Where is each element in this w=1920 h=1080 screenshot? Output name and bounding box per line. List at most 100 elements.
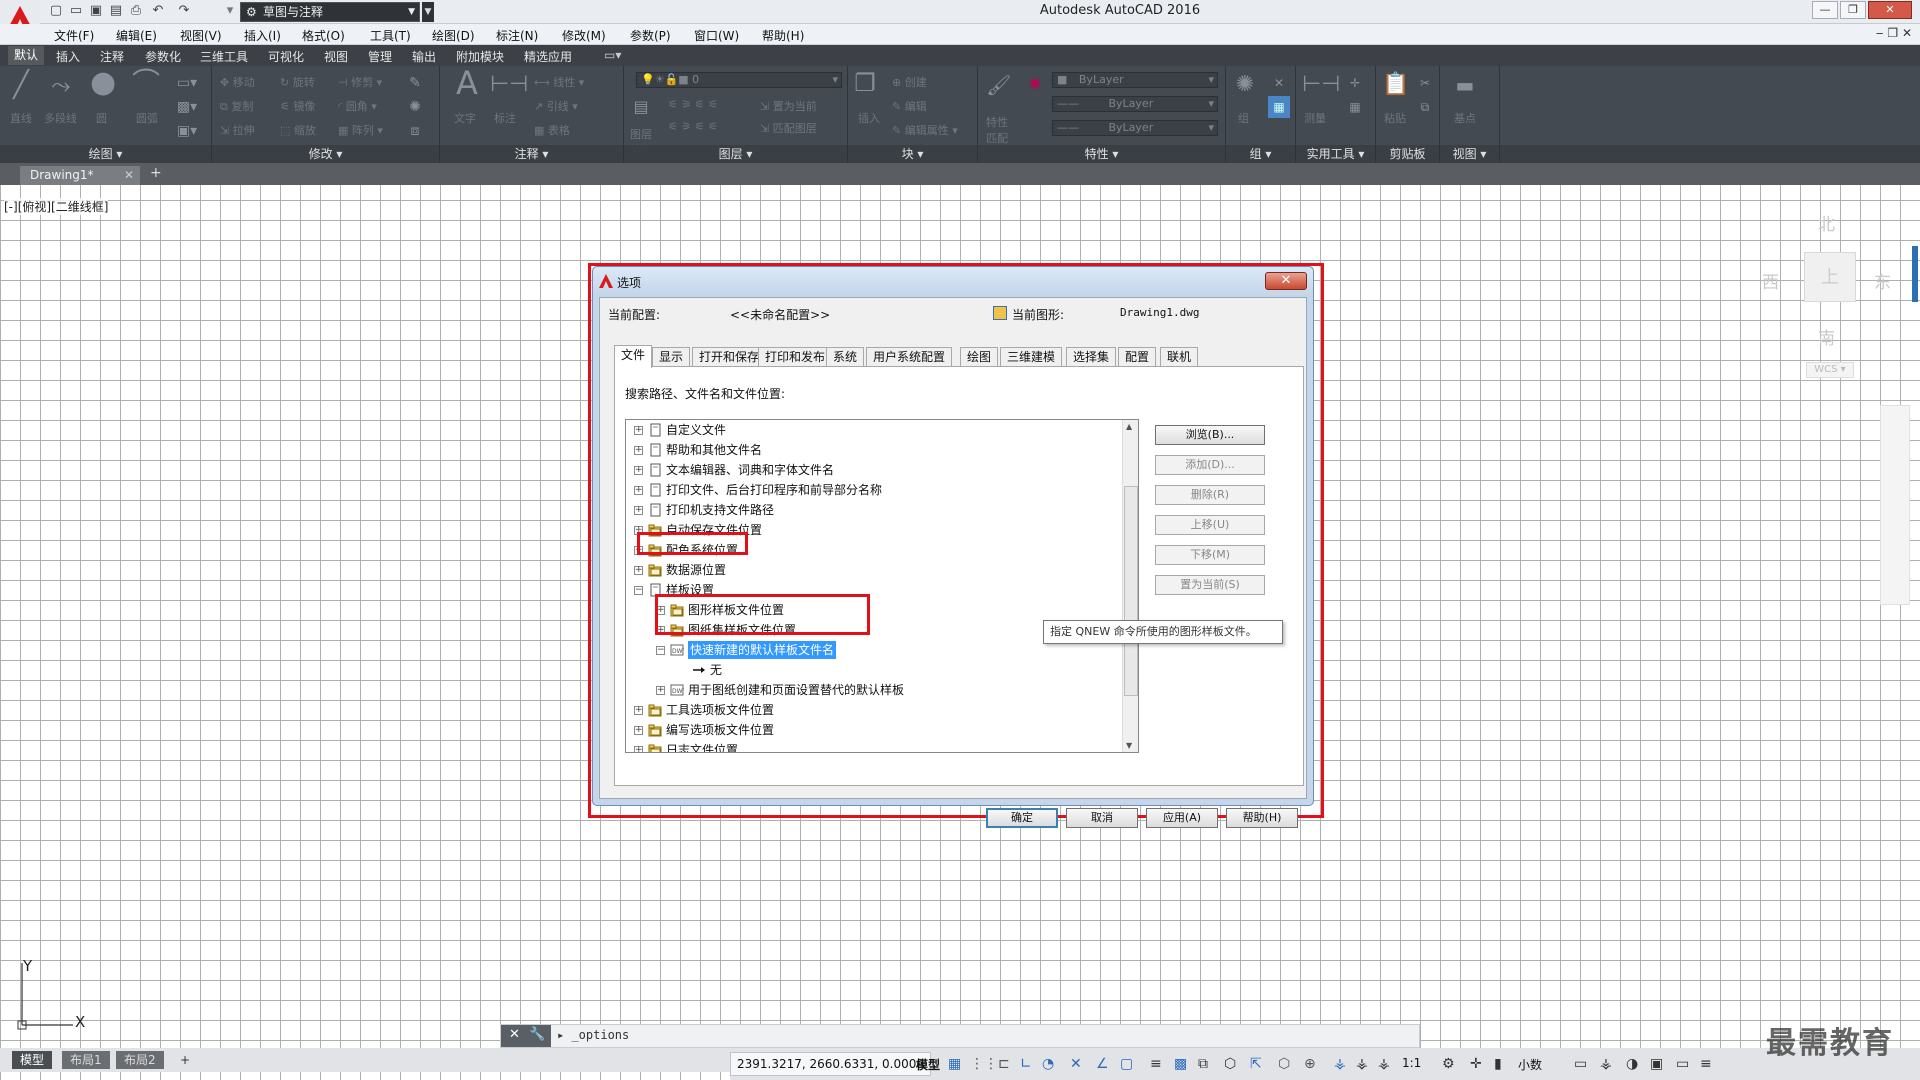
boundary-icon[interactable]: ▣▾ [176,120,198,142]
fillet-tool[interactable]: ◜ 圆角 ▾ [338,98,377,114]
snap-icon[interactable]: ⋮⋮ [970,1056,998,1072]
lock-ui-icon[interactable]: ⚶ [1600,1056,1612,1072]
panel-annotation-label[interactable]: 注释 ▾ [440,145,623,163]
match-layer-tool[interactable]: ⇲ 匹配图层 [760,120,817,136]
color-combo[interactable]: ■ ByLayer ▾ [1052,72,1218,88]
layer-tools-row2[interactable]: ⚟ ⚞ ⚟ ⚟ [668,120,718,133]
save-icon[interactable]: ▣ [88,3,104,19]
group-select-icon[interactable]: ▦ [1268,96,1290,118]
ribbon-tab-output[interactable]: 输出 [412,48,436,65]
tab-drafting[interactable]: 绘图 [960,347,999,367]
file-locations-tree[interactable]: + 自定义文件 + 帮助和其他文件名 + 文本编辑器、词典和字体文件名 + 打印文件、后台打印… [625,419,1139,753]
menu-modify[interactable]: 修改(M) [562,27,606,44]
close-tab-icon[interactable]: ✕ [124,166,134,185]
viewcube-top-face[interactable]: 上 [1804,252,1856,302]
polar-icon[interactable]: ◔ [1042,1056,1054,1072]
annotation-visibility-icon[interactable]: ⚶ [1334,1056,1346,1072]
layout-tab-layout2[interactable]: 布局2 [116,1051,164,1069]
coordinates-readout[interactable]: 2391.3217, 2660.6331, 0.0000 [730,1052,932,1076]
command-text[interactable]: ▸ _options [557,1028,629,1042]
undo-icon[interactable]: ↶ [150,3,166,19]
restore-button[interactable]: ❐ [1840,1,1866,19]
tab-open-save[interactable]: 打开和保存 [692,347,767,367]
expand-icon[interactable]: + [634,726,643,735]
rectangle-icon[interactable]: ▭▾ [176,72,198,94]
tab-display[interactable]: 显示 [652,347,691,367]
scroll-thumb[interactable] [1124,486,1138,696]
paste-icon[interactable]: 📋 [1382,74,1409,96]
layout-tab-model[interactable]: 模型 [12,1051,53,1069]
navigation-bar[interactable] [1880,405,1910,605]
scale-tool[interactable]: ⬚ 缩放 [280,122,316,138]
table-tool[interactable]: ▦ 表格 [534,122,570,138]
menu-view[interactable]: 视图(V) [180,27,222,44]
tab-files[interactable]: 文件 [614,345,653,368]
polyline-icon[interactable]: ⤳ [50,73,72,97]
selection-filter-icon[interactable]: ⬡ [1278,1056,1290,1072]
menu-draw[interactable]: 绘图(D) [432,27,475,44]
panel-layers-label[interactable]: 图层 ▾ [624,145,847,163]
close-cmdline-icon[interactable]: ✕ [509,1027,520,1042]
viewport-controls-label[interactable]: [-][俯视][二维线框] [4,198,109,215]
mirror-tool[interactable]: ⚟ 镜像 [280,98,315,114]
ribbon-options-icon[interactable]: ▭▾ [604,48,621,62]
selection-cycling-icon[interactable]: ⧉ [1198,1056,1208,1072]
tab-online[interactable]: 联机 [1160,347,1199,367]
tab-plot-publish[interactable]: 打印和发布 [758,347,833,367]
insert-block-icon[interactable]: ❐ [854,71,876,95]
tree-row[interactable]: + 文本编辑器、词典和字体文件名 [626,461,1120,479]
tree-row[interactable]: + 自定义文件 [626,421,1120,439]
mdi-window-controls[interactable]: ‒ ❐ ✕ [1876,26,1912,40]
text-icon[interactable]: A [450,67,484,99]
ribbon-tab-addins[interactable]: 附加模块 [456,48,504,65]
new-tab-button[interactable]: + [150,165,162,181]
customization-icon[interactable]: ≡ [1700,1056,1712,1072]
expand-icon[interactable]: + [634,706,643,715]
apply-button[interactable]: 应用(A) [1146,808,1218,828]
annotation-scale-value[interactable]: 1:1 [1402,1056,1421,1070]
viewcube-south[interactable]: 南 [1818,324,1835,349]
measure-icon[interactable]: ⊢⊣ [1302,74,1340,96]
array-tool[interactable]: ▦ 阵列 ▾ [338,122,383,138]
cut-icon[interactable]: ✂ [1414,72,1436,94]
panel-utilities-label[interactable]: 实用工具 ▾ [1296,145,1375,163]
scroll-up-icon[interactable]: ▲ [1126,422,1132,431]
plot-icon[interactable]: ⎙ [128,3,144,19]
3d-osnap-icon[interactable]: ⬡ [1224,1056,1236,1072]
ok-button[interactable]: 确定 [986,808,1058,828]
ribbon-tab-insert[interactable]: 插入 [56,48,80,65]
layer-tools-row1[interactable]: ⚟ ⚞ ⚟ ⚟ [668,98,718,111]
dimension-icon[interactable]: ⊢⊣ [490,74,528,96]
menu-edit[interactable]: 编辑(E) [116,27,157,44]
leader-tool[interactable]: ↗ 引线 ▾ [534,98,578,114]
collapse-icon[interactable]: − [656,646,665,655]
menu-dimension[interactable]: 标注(N) [496,27,538,44]
layer-properties-icon[interactable]: ▤ [630,96,652,118]
panel-clipboard-label[interactable]: 剪贴板 [1376,145,1439,163]
match-properties-icon[interactable]: 🖌 [986,74,1011,96]
hardware-acceleration-icon[interactable]: ▣ [1650,1056,1663,1072]
open-icon[interactable]: ▭ [68,3,84,19]
linetype-combo[interactable]: —— ByLayer ▾ [1052,96,1218,112]
tab-profiles[interactable]: 配置 [1118,347,1157,367]
menu-help[interactable]: 帮助(H) [762,27,804,44]
arc-icon[interactable]: ⌒ [132,69,160,97]
copy-clip-icon[interactable]: ⧉ [1414,96,1436,118]
expand-icon[interactable]: + [634,486,643,495]
add-layout-button[interactable]: + [172,1051,198,1069]
move-down-button[interactable]: 下移(M) [1155,545,1265,565]
ribbon-tab-annotate[interactable]: 注释 [100,48,124,65]
lineweight-combo[interactable]: —— ByLayer ▾ [1052,120,1218,136]
quick-properties-icon[interactable]: ▭ [1574,1056,1587,1072]
stretch-tool[interactable]: ⇲ 拉伸 [220,122,255,138]
ribbon-tab-3d-tools[interactable]: 三维工具 [200,48,248,65]
tab-selection[interactable]: 选择集 [1066,347,1117,367]
edit-block-tool[interactable]: ✎ 编辑 [892,98,927,114]
tree-row[interactable]: + DWT 用于图纸创建和页面设置替代的默认样板 [626,681,1120,699]
isolate-objects-icon[interactable]: ◑ [1626,1056,1638,1072]
expand-icon[interactable]: + [634,566,643,575]
new-icon[interactable]: ▢ [48,3,64,19]
add-button[interactable]: 添加(D)... [1155,455,1265,475]
offset-icon[interactable]: ⧈ [404,120,426,142]
move-tool[interactable]: ✥ 移动 [220,74,255,90]
